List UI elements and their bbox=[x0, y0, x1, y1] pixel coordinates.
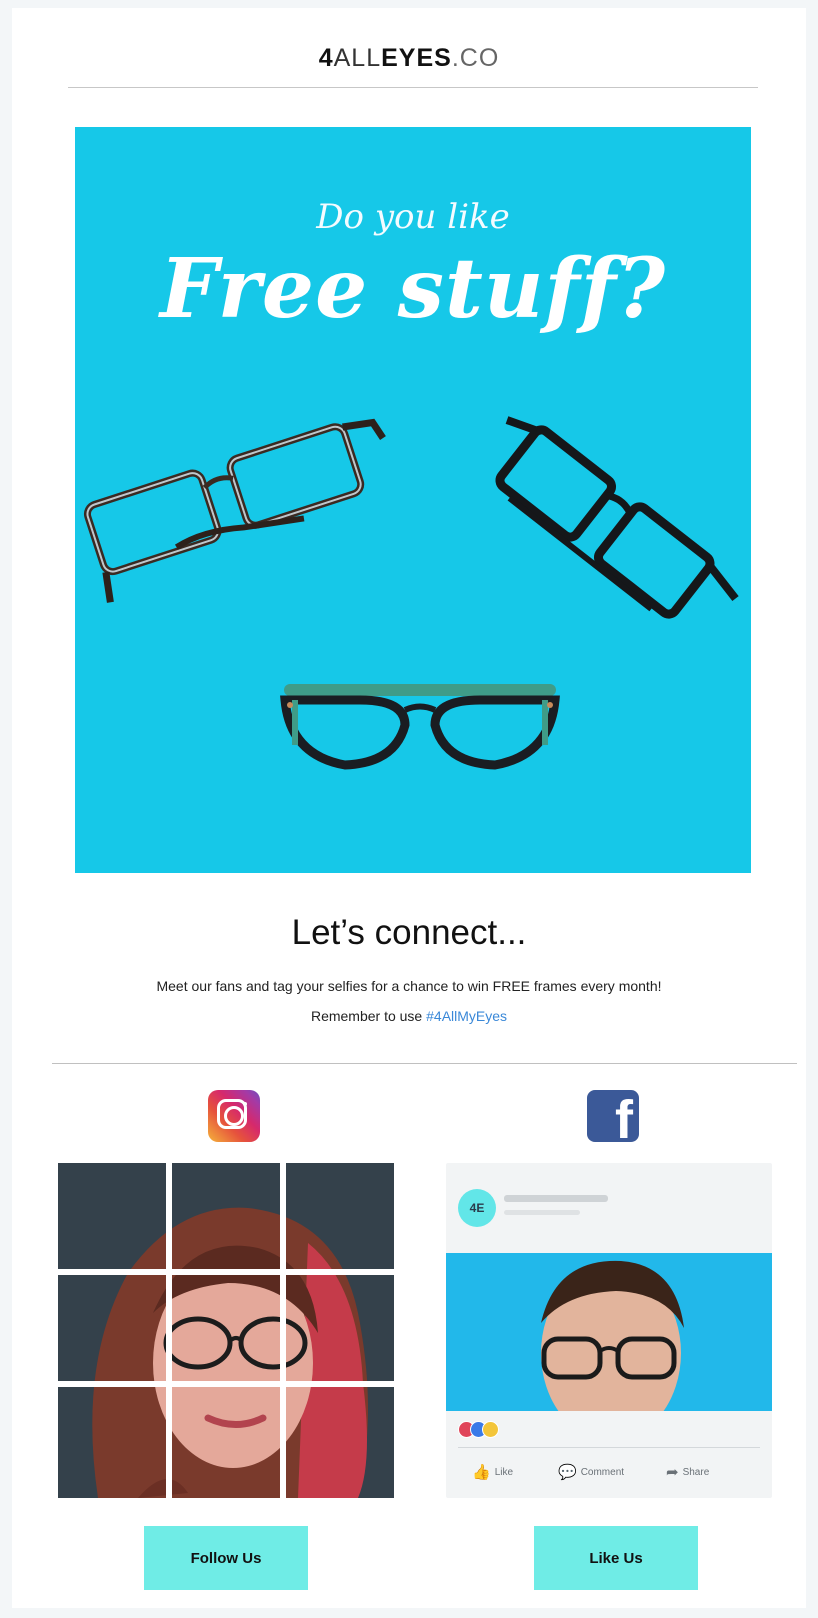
hashtag-link[interactable]: #4AllMyEyes bbox=[426, 1008, 507, 1024]
selfie-woman-photo bbox=[58, 1163, 394, 1498]
post-time-placeholder bbox=[504, 1210, 580, 1215]
instagram-photo-grid[interactable] bbox=[58, 1163, 394, 1498]
post-share-action[interactable]: ➦ Share bbox=[666, 1463, 709, 1481]
wow-reaction-icon bbox=[482, 1421, 499, 1438]
hero-subtitle: Do you like bbox=[316, 197, 510, 237]
page-avatar: 4E bbox=[458, 1189, 496, 1227]
post-comment-action[interactable]: 💬 Comment bbox=[558, 1463, 624, 1481]
grid-line bbox=[58, 1269, 394, 1275]
post-like-action[interactable]: 👍 Like bbox=[472, 1463, 513, 1481]
man-with-glasses-photo bbox=[446, 1253, 772, 1411]
glasses-left bbox=[83, 418, 386, 603]
post-name-placeholder bbox=[504, 1195, 608, 1202]
brand-logo[interactable]: 4ALLEYES.CO bbox=[12, 44, 806, 73]
instagram-icon[interactable] bbox=[208, 1090, 260, 1142]
connect-body: Meet our fans and tag your selfies for a… bbox=[156, 978, 662, 994]
comment-icon: 💬 bbox=[558, 1464, 577, 1481]
eyeglasses-illustration bbox=[83, 416, 739, 770]
facebook-post-mockup[interactable]: 4E 👍 Like 💬 Comment ➦ Share bbox=[446, 1163, 772, 1498]
facebook-icon[interactable]: f bbox=[587, 1090, 639, 1142]
grid-line bbox=[58, 1381, 394, 1387]
post-photo bbox=[446, 1253, 772, 1411]
header-divider bbox=[68, 87, 758, 88]
email-card: 4ALLEYES.CO Do you like Free stuff? Let’… bbox=[12, 8, 806, 1608]
like-icon: 👍 bbox=[472, 1464, 491, 1481]
grid-line bbox=[280, 1163, 286, 1498]
glasses-right bbox=[495, 416, 739, 619]
reminder-prefix: Remember to use bbox=[310, 1008, 427, 1024]
follow-us-button[interactable]: Follow Us bbox=[144, 1526, 308, 1590]
share-icon: ➦ bbox=[666, 1464, 679, 1481]
connect-title: Let’s connect... bbox=[291, 913, 527, 952]
hero-headline: Free stuff? bbox=[159, 241, 667, 337]
grid-line bbox=[166, 1163, 172, 1498]
glasses-bottom bbox=[280, 684, 560, 770]
post-divider bbox=[458, 1447, 760, 1448]
like-us-button[interactable]: Like Us bbox=[534, 1526, 698, 1590]
section-divider bbox=[52, 1063, 797, 1064]
hero-banner: Do you like Free stuff? bbox=[75, 127, 751, 873]
connect-reminder: Remember to use #4AllMyEyes bbox=[12, 1008, 806, 1024]
